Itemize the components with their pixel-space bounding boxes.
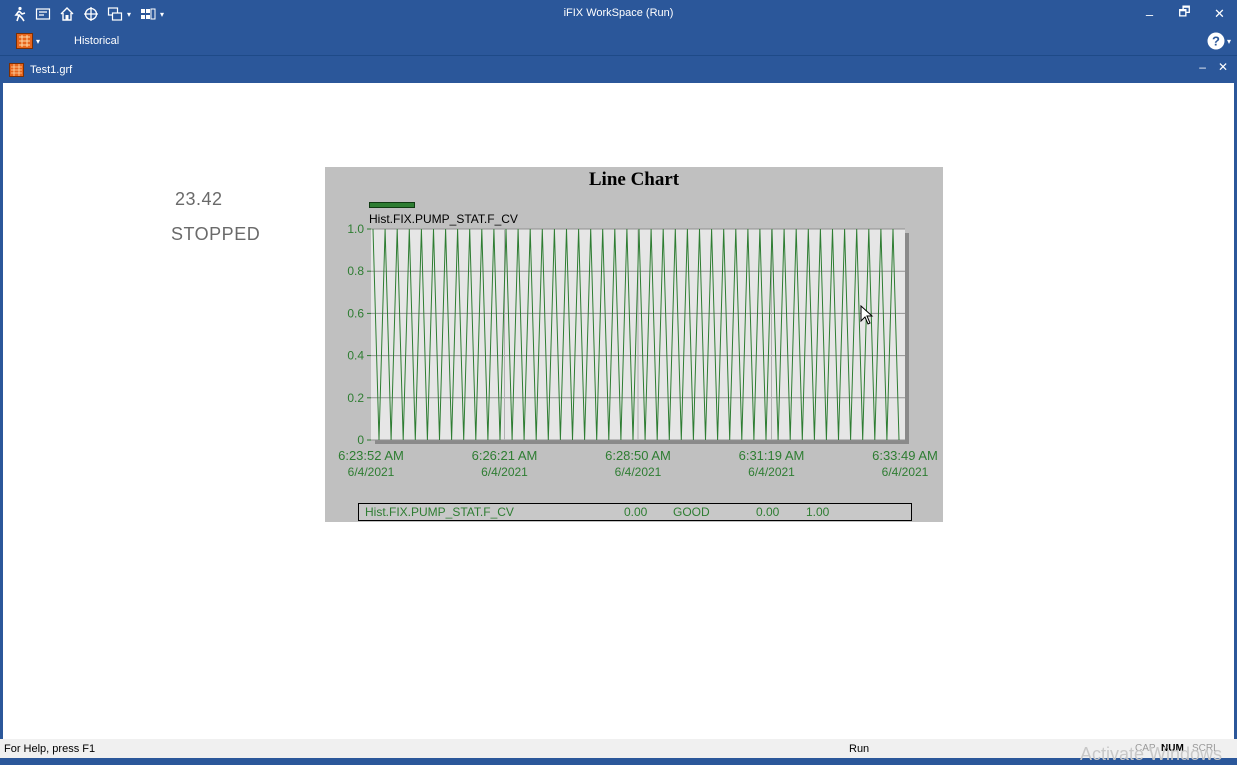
tag-status-row[interactable]: Hist.FIX.PUMP_STAT.F_CV 0.00 GOOD 0.00 1…: [358, 503, 912, 521]
x-tick-label-date: 6/4/2021: [481, 465, 528, 479]
tag-value-cell: 0.00: [624, 505, 648, 519]
app-menu-dropdown-icon: ▾: [36, 36, 41, 46]
y-tick-label: 1.0: [347, 222, 364, 236]
x-tick-label-date: 6/4/2021: [615, 465, 662, 479]
x-tick-label-time: 6:23:52 AM: [338, 448, 404, 463]
help-icon-glyph: ?: [1212, 34, 1220, 49]
datalink-value: 23.42: [175, 189, 223, 209]
y-tick-label: 0.8: [347, 264, 364, 278]
application-menu-button[interactable]: ▾: [16, 33, 40, 49]
y-tick-label: 0.2: [347, 391, 364, 405]
status-num: NUM: [1161, 743, 1184, 754]
tag-low-cell: 0.00: [756, 505, 780, 519]
tag-high-cell: 1.00: [806, 505, 830, 519]
chart-plot: 1.0 0.8 0.6 0.4 0.2 06:23:52 AM 6/4/2021 6:26:2…: [338, 222, 938, 479]
restore-button[interactable]: 🗗: [1167, 0, 1202, 28]
tag-name-cell: Hist.FIX.PUMP_STAT.F_CV: [365, 505, 514, 519]
close-button[interactable]: ✕: [1202, 0, 1237, 28]
document-minimize-button[interactable]: –: [1199, 60, 1206, 74]
tab-historical[interactable]: Historical: [74, 35, 119, 47]
picture-canvas: 23.42 STOPPED Line Chart Hist.FIX.PUMP_S…: [3, 83, 1234, 739]
mouse-cursor-icon: [860, 305, 874, 325]
x-tick-label-date: 6/4/2021: [882, 465, 929, 479]
ribbon-bar: ▾ Historical ? ▾: [0, 28, 1237, 56]
status-cap: CAP: [1135, 743, 1156, 754]
status-bar: For Help, press F1 Run CAP NUM SCRL: [0, 739, 1237, 758]
tag-quality-cell: GOOD: [673, 505, 710, 519]
picture-file-icon: [9, 63, 24, 77]
document-close-button[interactable]: ✕: [1218, 60, 1228, 74]
datalink-state: STOPPED: [171, 224, 261, 244]
status-scrl: SCRL: [1192, 743, 1219, 754]
document-name: Test1.grf: [30, 64, 73, 76]
title-bar: ▾ ▾ iFIX WorkSpace (Run) – 🗗 ✕: [0, 0, 1237, 28]
x-tick-label-date: 6/4/2021: [748, 465, 795, 479]
x-tick-label-time: 6:26:21 AM: [472, 448, 538, 463]
minimize-button[interactable]: –: [1132, 0, 1167, 28]
x-tick-label-time: 6:31:19 AM: [739, 448, 805, 463]
x-tick-label-time: 6:33:49 AM: [872, 448, 938, 463]
app-logo-icon: [16, 33, 33, 49]
app-title: iFIX WorkSpace (Run): [563, 7, 674, 19]
help-dropdown-icon: ▾: [1226, 36, 1231, 46]
y-tick-label: 0.4: [347, 349, 364, 363]
line-chart[interactable]: Line Chart Hist.FIX.PUMP_STAT.F_CV 1.0 0.…: [325, 167, 943, 522]
y-tick-label: 0.6: [347, 306, 364, 320]
y-tick-label: 0: [357, 433, 364, 447]
document-window: Test1.grf – ✕ 23.42 STOPPED Line Chart H…: [2, 56, 1235, 740]
document-title-bar: Test1.grf – ✕: [3, 57, 1234, 83]
help-icon: ?: [1207, 32, 1225, 50]
x-tick-label-date: 6/4/2021: [348, 465, 395, 479]
help-button[interactable]: ? ▾: [1207, 32, 1231, 50]
status-mode: Run: [849, 743, 870, 755]
status-help-text: For Help, press F1: [4, 743, 96, 755]
x-tick-label-time: 6:28:50 AM: [605, 448, 671, 463]
